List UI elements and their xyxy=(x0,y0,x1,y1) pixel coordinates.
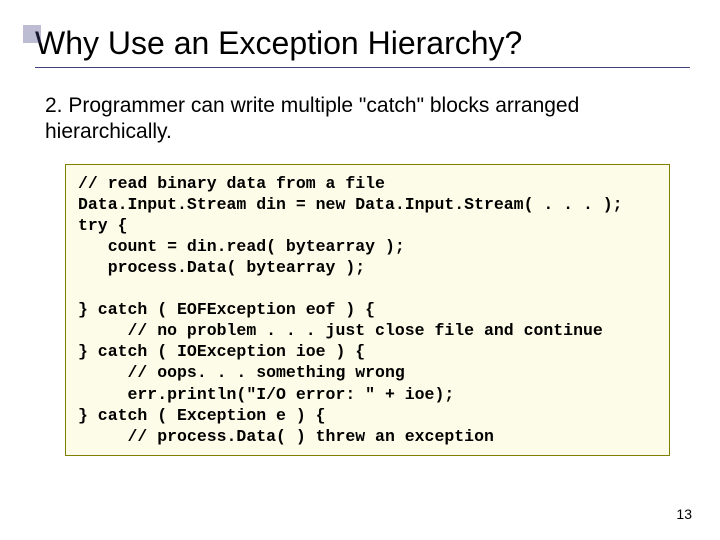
code-block: // read binary data from a file Data.Inp… xyxy=(65,164,670,456)
slide-body-text: 2. Programmer can write multiple "catch"… xyxy=(45,93,690,146)
slide-title: Why Use an Exception Hierarchy? xyxy=(35,25,690,68)
accent-square xyxy=(23,25,41,43)
page-number: 13 xyxy=(676,506,692,522)
